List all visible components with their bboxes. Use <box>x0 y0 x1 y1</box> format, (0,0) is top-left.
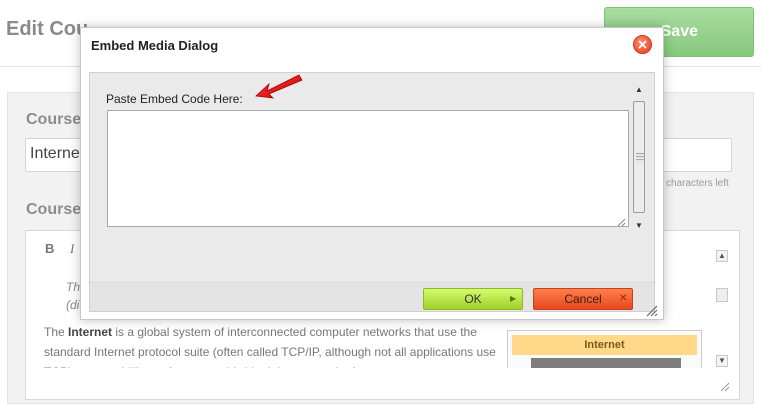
para-bold-term: Internet <box>68 325 113 339</box>
dialog-scrollbar-thumb[interactable]: — — — <box>633 101 645 213</box>
scroll-down-icon[interactable]: ▼ <box>631 219 647 233</box>
red-arrow-icon <box>252 72 308 104</box>
page-title: Edit Cou <box>6 18 89 40</box>
dialog-scrollbar[interactable]: ▲ — — — ▼ <box>631 83 647 233</box>
cancel-button-label: Cancel <box>564 292 602 306</box>
para-text: The <box>44 325 69 339</box>
ok-button[interactable]: OK ▶ <box>423 288 523 310</box>
scroll-up-icon[interactable]: ▲ <box>631 83 647 97</box>
embed-media-dialog: Embed Media Dialog Paste Embed Code Here… <box>80 27 664 320</box>
italic-note-line: Th <box>66 280 81 294</box>
infobox: Internet <box>507 330 702 368</box>
embed-code-textarea[interactable] <box>107 110 629 227</box>
resize-grip-icon[interactable] <box>644 303 658 317</box>
scroll-grip-icon: — — — <box>636 149 644 164</box>
cancel-button[interactable]: Cancel ✕ <box>533 288 633 310</box>
close-icon[interactable] <box>633 35 652 54</box>
characters-left-text: characters left <box>666 178 729 189</box>
editor-paragraph: The Internet is a global system of inter… <box>44 322 504 368</box>
save-button-label: Save <box>660 23 698 40</box>
scroll-down-icon[interactable]: ▼ <box>716 355 728 367</box>
infobox-image <box>531 358 681 368</box>
para-text: is a global system of interconnected com… <box>44 325 496 368</box>
embed-code-label: Paste Embed Code Here: <box>106 92 243 106</box>
editor-scrollbar-thumb[interactable] <box>716 288 728 302</box>
ok-button-label: OK <box>464 292 482 306</box>
resize-grip-icon[interactable] <box>718 380 730 392</box>
resize-grip-icon[interactable] <box>616 214 626 227</box>
play-arrow-icon: ▶ <box>510 294 517 303</box>
infobox-title: Internet <box>512 335 697 355</box>
course-name-label: Course <box>26 111 82 128</box>
editor-italic-note: Th (di <box>66 278 80 314</box>
bold-icon[interactable]: B <box>45 241 61 259</box>
close-x-icon: ✕ <box>619 293 628 304</box>
italic-note-line: (di <box>66 298 80 312</box>
course-description-label: Course <box>26 201 82 218</box>
dialog-title: Embed Media Dialog <box>91 38 219 53</box>
dialog-footer: OK ▶ Cancel ✕ <box>90 283 654 311</box>
scroll-up-icon[interactable]: ▲ <box>716 250 728 262</box>
dialog-body: Paste Embed Code Here: ▲ — — — ▼ OK ▶ Canc… <box>89 72 655 312</box>
